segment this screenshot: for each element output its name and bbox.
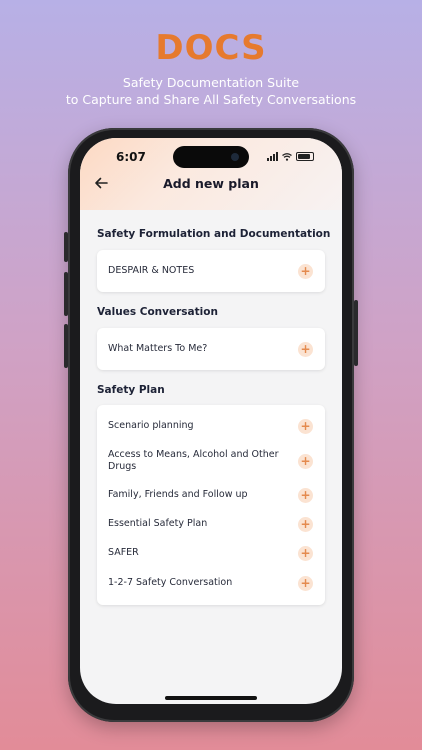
phone-power-button (354, 300, 358, 366)
list-item-scenario-planning[interactable]: Scenario planning + (97, 413, 325, 439)
list-item-label: 1-2-7 Safety Conversation (108, 577, 233, 588)
list-item-label: Scenario planning (108, 420, 194, 431)
battery-icon (296, 152, 314, 161)
brand-logo: DOCS (155, 28, 267, 68)
add-icon[interactable]: + (298, 516, 313, 532)
tagline-line-2: to Capture and Share All Safety Conversa… (65, 92, 357, 107)
list-item-essential-safety-plan[interactable]: Essential Safety Plan + (97, 511, 325, 537)
list-item-label: Access to Means, Alcohol and Other Drugs (108, 449, 279, 472)
add-icon[interactable]: + (298, 418, 313, 434)
signal-icon (267, 152, 278, 161)
section-title-safety-plan: Safety Plan (97, 384, 165, 396)
status-time: 6:07 (116, 150, 146, 164)
list-item-label: Essential Safety Plan (108, 518, 208, 529)
phone-side-button (64, 324, 68, 368)
list-item-safer[interactable]: SAFER + (97, 540, 325, 566)
camera-icon (231, 153, 239, 161)
tagline-line-1: Safety Documentation Suite (122, 75, 300, 90)
section-title-values-conversation: Values Conversation (97, 306, 218, 318)
list-item-label: Family, Friends and Follow up (108, 489, 248, 500)
phone-side-button (64, 232, 68, 262)
home-indicator[interactable] (165, 696, 257, 700)
add-icon[interactable]: + (298, 341, 313, 357)
list-item-label: What Matters To Me? (108, 343, 208, 354)
add-icon[interactable]: + (298, 263, 313, 279)
list-item-access-to-means[interactable]: Access to Means, Alcohol and Other Drugs… (97, 443, 325, 479)
card-values-conversation: What Matters To Me? + (97, 328, 325, 370)
add-icon[interactable]: + (298, 575, 313, 591)
app-screen: 6:07 Add new plan Safety Formulation and… (80, 138, 342, 704)
card-safety-plan: Scenario planning + Access to Means, Alc… (97, 405, 325, 605)
wifi-icon (282, 152, 292, 161)
section-title-safety-formulation: Safety Formulation and Documentation (97, 228, 331, 240)
add-icon[interactable]: + (298, 453, 313, 469)
list-item-family-friends[interactable]: Family, Friends and Follow up + (97, 482, 325, 508)
add-icon[interactable]: + (298, 487, 313, 503)
phone-side-button (64, 272, 68, 316)
page-title: Add new plan (163, 176, 259, 191)
tagline: Safety Documentation Suite to Capture an… (0, 74, 422, 108)
list-item-label: SAFER (108, 547, 139, 558)
dynamic-island (173, 146, 249, 168)
add-icon[interactable]: + (298, 545, 313, 561)
list-item-label: DESPAIR & NOTES (108, 265, 195, 276)
list-item-what-matters[interactable]: What Matters To Me? + (97, 328, 325, 370)
status-icons (267, 152, 314, 161)
list-item-1-2-7-safety-conversation[interactable]: 1-2-7 Safety Conversation + (97, 570, 325, 596)
list-item-despair-notes[interactable]: DESPAIR & NOTES + (97, 250, 325, 292)
card-safety-formulation: DESPAIR & NOTES + (97, 250, 325, 292)
